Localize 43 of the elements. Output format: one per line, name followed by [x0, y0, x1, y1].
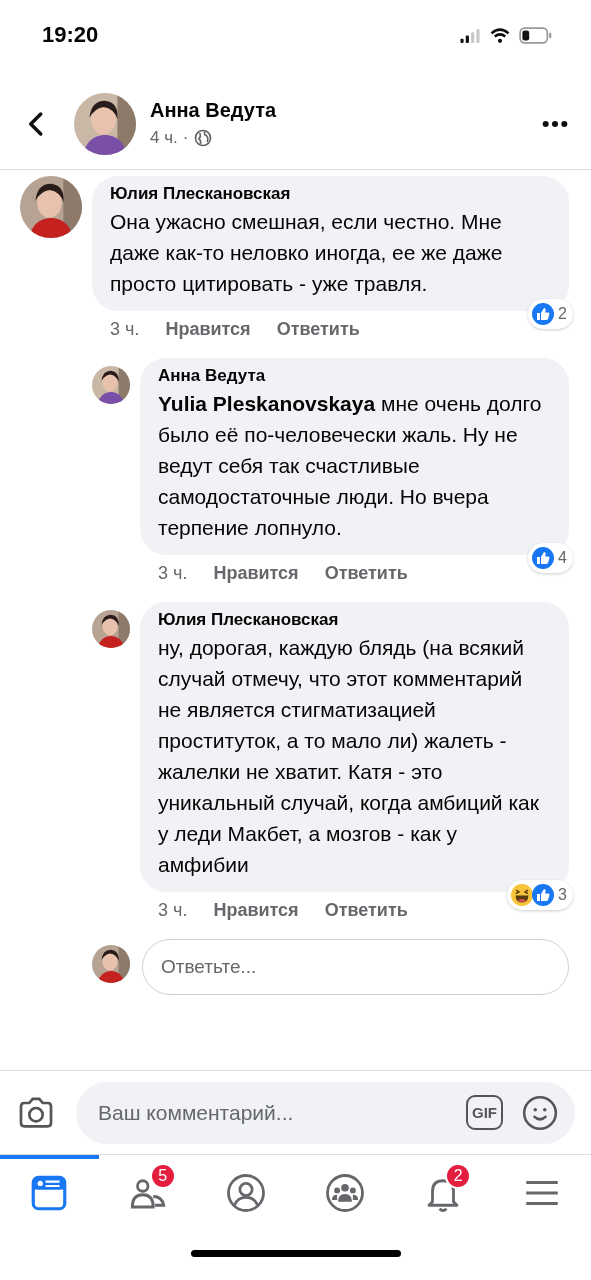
comment-time: 3 ч. — [110, 319, 140, 340]
wifi-icon — [489, 26, 511, 44]
clock-time: 19:20 — [42, 22, 99, 48]
reply-link[interactable]: Ответить — [276, 319, 360, 340]
reply-field[interactable]: Ответьте... — [142, 939, 569, 995]
globe-icon — [193, 128, 214, 148]
laughing-emoji-icon — [510, 883, 535, 907]
like-link[interactable]: Нравится — [213, 563, 299, 584]
like-icon — [531, 546, 556, 570]
comment-field[interactable]: Ваш комментарий... GIF — [76, 1081, 575, 1144]
reaction-count: 2 — [558, 305, 567, 323]
comment-author[interactable]: Юлия Плескановская — [110, 184, 551, 204]
notification-badge: 2 — [445, 1163, 472, 1189]
like-icon — [531, 302, 556, 326]
reaction-badge[interactable]: 4 — [528, 543, 573, 573]
reaction-badge[interactable]: 3 — [507, 880, 573, 910]
reaction-count: 3 — [558, 886, 567, 904]
notification-badge: 5 — [149, 1163, 176, 1189]
separator: · — [182, 128, 189, 148]
signal-icon — [459, 26, 481, 44]
reply-link[interactable]: Ответить — [324, 900, 408, 921]
tab[interactable]: 2 — [394, 1155, 493, 1226]
like-icon — [531, 883, 556, 907]
like-link[interactable]: Нравится — [165, 319, 251, 340]
reaction-count: 4 — [558, 549, 567, 567]
post-time: 4 ч. — [150, 128, 178, 148]
reaction-badge[interactable]: 2 — [528, 299, 573, 329]
comment-text: Она ужасно смешная, если честно. Мне даже как-то неловко иногда, ее же даже просто цитировать - уже травля. — [110, 209, 504, 297]
groups-icon[interactable] — [323, 1171, 366, 1214]
comment-author[interactable]: Анна Ведута — [158, 366, 551, 386]
reply-link[interactable]: Ответить — [324, 563, 408, 584]
like-link[interactable]: Нравится — [213, 900, 299, 921]
tab[interactable]: 5 — [98, 1155, 197, 1226]
comment-time: 3 ч. — [158, 563, 188, 584]
comment-time: 3 ч. — [158, 900, 188, 921]
comment-text: ну, дорогая, каждую блядь (на всякий случай отмечу, что этот комментарий не является стигматизацией проституток, а то мало ли) жалеть - жалелки не хватит. Катя - это уникальный случай, когда амбиций как у леди Макбет, а мозгов - как у амфибии — [158, 635, 540, 878]
gif-button[interactable]: GIF — [466, 1095, 503, 1130]
comment-text: Yulia Pleskanovskaya мне очень долго было её по-человечески жаль. Ну не ведут себя так счастливые самодостаточные люди. Но вчера терпение лопнуло. — [158, 391, 543, 541]
author-name[interactable]: Анна Ведута — [150, 99, 541, 122]
emoji-icon[interactable] — [521, 1093, 559, 1132]
battery-icon — [519, 26, 553, 44]
profile-icon[interactable] — [225, 1171, 268, 1214]
comment-author[interactable]: Юлия Плескановская — [158, 610, 551, 630]
